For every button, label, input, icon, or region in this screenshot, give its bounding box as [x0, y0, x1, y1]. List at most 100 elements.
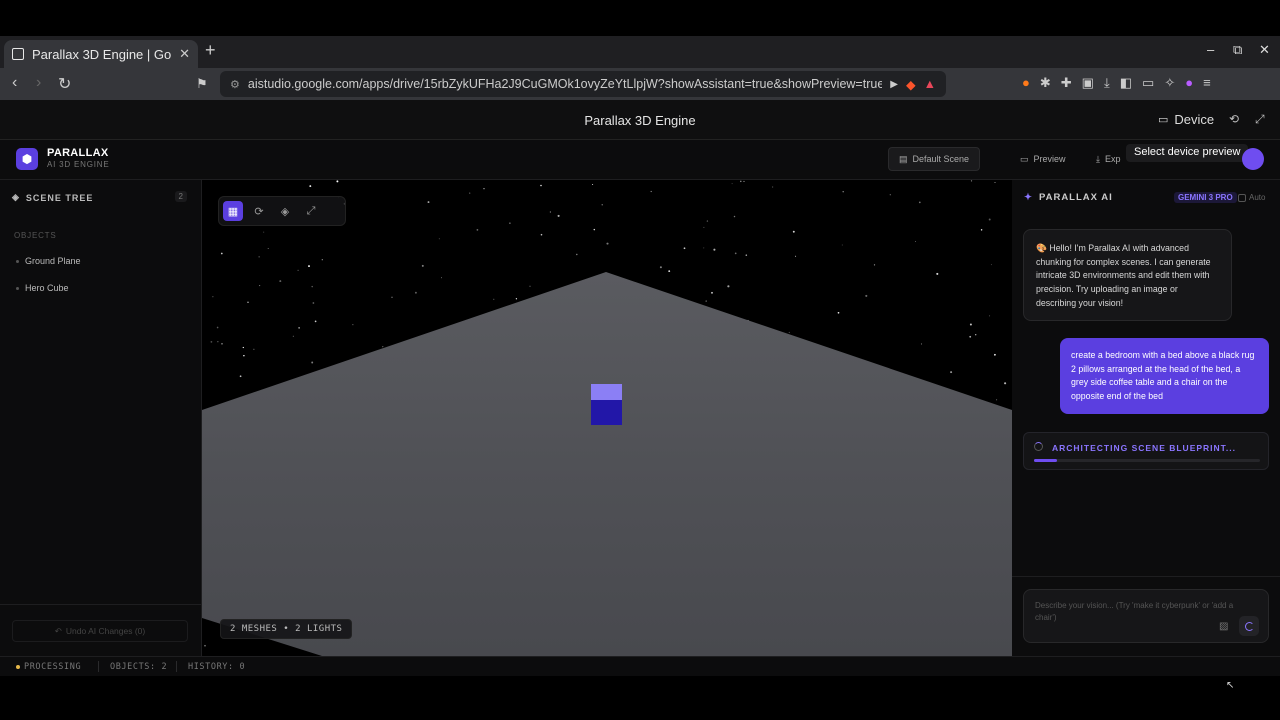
- status-bar: PROCESSING OBJECTS: 2 HISTORY: 0: [0, 656, 1280, 676]
- window-minimize-button[interactable]: –: [1207, 42, 1214, 57]
- back-arrow-icon[interactable]: ‹: [12, 74, 17, 92]
- browser-tab-strip: Parallax 3D Engine | Goog ✕: [0, 36, 1280, 68]
- sidebar-divider: [0, 604, 202, 605]
- brand-subtitle: AI 3D ENGINE: [47, 160, 110, 169]
- scene-tree-header: ◈ SCENE TREE: [12, 192, 93, 203]
- window-maximize-button[interactable]: ⧉: [1233, 42, 1242, 58]
- screen-bottom-black: [0, 676, 1280, 720]
- processing-dot-icon: [16, 664, 20, 669]
- forward-arrow-icon[interactable]: ›: [36, 74, 41, 92]
- preview-icon: ▭: [1020, 153, 1029, 164]
- refresh-preview-icon[interactable]: ⟲: [1229, 112, 1239, 126]
- app-header: ⬢ PARALLAX AI 3D ENGINE ▤ Default Scene …: [0, 140, 1280, 180]
- history-status: HISTORY: 0: [188, 662, 246, 672]
- layers-icon: ◈: [12, 192, 20, 202]
- preview-label: Preview: [1033, 154, 1066, 164]
- hero-cube-top: [591, 384, 622, 400]
- expand-icon[interactable]: ⤢: [301, 201, 321, 221]
- brave-rewards-icon[interactable]: ▲: [924, 77, 936, 91]
- preview-button[interactable]: ▭ Preview: [1010, 147, 1076, 171]
- export-button[interactable]: ⤓ Exp: [1086, 147, 1131, 171]
- scene-tree-sidebar: ◈ SCENE TREE 2 OBJECTS Ground Plane Hero…: [0, 180, 202, 656]
- rotate-icon[interactable]: ⟳: [249, 201, 269, 221]
- status-separator: [176, 661, 177, 672]
- scene-object-hero-cube[interactable]: Hero Cube: [16, 283, 69, 293]
- ai-panel-title: PARALLAX AI: [1038, 192, 1113, 203]
- undo-ai-changes-button[interactable]: ↶ Undo AI Changes (0): [12, 620, 188, 642]
- new-tab-button[interactable]: +: [205, 40, 216, 61]
- auto-label: Auto: [1249, 193, 1266, 202]
- default-scene-button[interactable]: ▤ Default Scene: [888, 147, 981, 171]
- object-label: Hero Cube: [25, 283, 69, 293]
- address-bar[interactable]: ⚙ aistudio.google.com/apps/drive/15rbZyk…: [220, 71, 946, 97]
- model-badge[interactable]: GEMINI 3 PRO: [1174, 192, 1237, 203]
- tab-search-icon[interactable]: ▣: [1082, 75, 1094, 91]
- bookmark-icon[interactable]: ⚑: [196, 76, 208, 92]
- hero-cube-front: [591, 400, 622, 425]
- screen-top-black: [0, 0, 1280, 36]
- progress-track: [1034, 459, 1260, 462]
- objects-status: OBJECTS: 2: [110, 662, 168, 672]
- tab-title: Parallax 3D Engine | Goog: [32, 46, 172, 62]
- window-close-button[interactable]: ✕: [1259, 42, 1270, 58]
- downloads-icon[interactable]: ⤓: [1104, 75, 1110, 91]
- viewport-stats: 2 MESHES • 2 LIGHTS: [220, 619, 353, 639]
- grid-toggle-icon[interactable]: ▦: [223, 201, 243, 221]
- extensions-puzzle-icon[interactable]: ✚: [1061, 75, 1072, 91]
- undo-label: Undo AI Changes (0): [65, 626, 146, 636]
- device-label: Device: [1174, 112, 1215, 127]
- fullscreen-icon[interactable]: ⤢: [1255, 112, 1265, 127]
- tab-close-icon[interactable]: ✕: [179, 46, 190, 62]
- wallet-icon[interactable]: ▭: [1142, 75, 1154, 91]
- extension-toolbar: ● ✱ ✚ ▣ ⤓ ◧ ▭ ✧ ● ≡: [1022, 75, 1211, 91]
- progress-fill: [1034, 459, 1057, 462]
- processing-label: PROCESSING: [24, 662, 82, 672]
- brave-shield-icon[interactable]: ◆: [906, 77, 916, 92]
- site-info-icon[interactable]: ⚙: [230, 78, 240, 91]
- device-preview-button[interactable]: ▭ Device: [1158, 112, 1214, 127]
- viewport-toolbar: ▦ ⟳ ◈ ⤢: [218, 196, 346, 226]
- layers-toggle-icon[interactable]: ◈: [275, 201, 295, 221]
- leo-ai-icon[interactable]: ✧: [1164, 75, 1175, 91]
- tab-favicon-icon: [12, 48, 24, 60]
- scene-render: [202, 272, 1012, 656]
- objects-section-label: OBJECTS: [14, 231, 57, 240]
- export-label: Exp: [1104, 154, 1121, 164]
- 3d-viewport[interactable]: ▦ ⟳ ◈ ⤢ 2 MESHES • 2 LIGHTS: [202, 180, 1012, 656]
- profile-icon[interactable]: ●: [1185, 75, 1193, 91]
- object-label: Ground Plane: [25, 256, 81, 266]
- brand-name: PARALLAX: [47, 147, 109, 159]
- loading-spinner-icon: [1034, 442, 1043, 451]
- image-upload-icon[interactable]: ▨: [1219, 621, 1228, 632]
- ai-panel-header: ✦ PARALLAX AI: [1024, 192, 1113, 203]
- object-bullet-icon: [16, 259, 19, 263]
- scene-object-ground-plane[interactable]: Ground Plane: [16, 256, 81, 266]
- menu-icon[interactable]: ≡: [1203, 75, 1211, 91]
- undo-icon: ↶: [54, 625, 62, 636]
- share-icon[interactable]: ▶: [890, 79, 898, 90]
- sidebar-toggle-icon[interactable]: ◧: [1120, 75, 1132, 91]
- status-separator: [98, 661, 99, 672]
- sparkle-icon: ✦: [1024, 192, 1033, 203]
- browser-navbar: ‹ › ↻ ⚑ ⚙ aistudio.google.com/apps/drive…: [0, 68, 1280, 100]
- user-avatar[interactable]: [1242, 148, 1264, 170]
- device-preview-tooltip: Select device preview: [1126, 144, 1249, 162]
- extension-gear-icon[interactable]: ✱: [1040, 75, 1051, 91]
- browser-tab-active[interactable]: Parallax 3D Engine | Goog ✕: [4, 40, 198, 68]
- ai-assistant-panel: ✦ PARALLAX AI GEMINI 3 PRO Auto 🎨 Hello!…: [1012, 180, 1280, 656]
- assistant-message: 🎨 Hello! I'm Parallax AI with advanced c…: [1023, 229, 1232, 321]
- device-icon: ▭: [1158, 114, 1169, 126]
- reload-icon[interactable]: ↻: [58, 74, 71, 94]
- ai-panel-divider: [1012, 576, 1280, 577]
- object-count-badge: 2: [174, 191, 187, 202]
- auto-toggle[interactable]: Auto: [1238, 193, 1265, 202]
- object-bullet-icon: [16, 286, 19, 290]
- scene-tree-title: SCENE TREE: [25, 192, 94, 203]
- auto-checkbox[interactable]: [1238, 193, 1246, 202]
- extension-fox-icon[interactable]: ●: [1022, 75, 1030, 91]
- processing-status: PROCESSING: [16, 662, 81, 672]
- prompt-input[interactable]: Describe your vision... (Try 'make it cy…: [1023, 589, 1269, 643]
- send-button[interactable]: [1239, 616, 1259, 636]
- app-preview-title: Parallax 3D Engine: [584, 113, 696, 128]
- export-icon: ⤓: [1096, 153, 1100, 164]
